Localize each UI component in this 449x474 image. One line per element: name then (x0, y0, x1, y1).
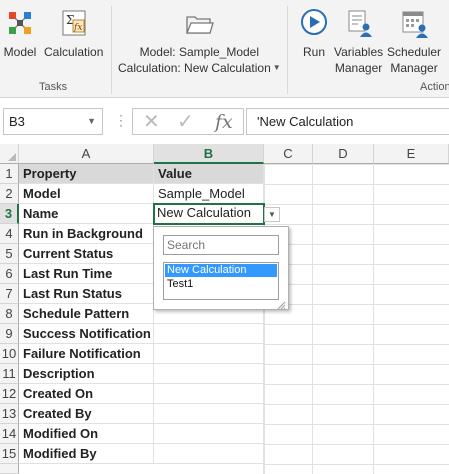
row-header[interactable]: 7 (0, 284, 19, 304)
cell-b1[interactable]: Value (154, 164, 264, 184)
column-header-a[interactable]: A (19, 144, 154, 164)
calculation-label: Calculation (44, 45, 104, 59)
row-header[interactable] (0, 464, 19, 474)
column-divider (373, 164, 374, 474)
cell-a2[interactable]: Model (19, 184, 154, 204)
calculation-button[interactable]: Σ fx Calculation (44, 6, 103, 60)
resize-grip-icon[interactable] (276, 297, 286, 310)
ribbon: Model Σ fx Calculation Tasks Model: Samp… (0, 0, 449, 98)
cell-a11[interactable]: Description (19, 364, 154, 384)
row-header[interactable]: 3 (0, 204, 19, 224)
name-box[interactable]: B3 ▼ (3, 108, 103, 135)
row-header[interactable]: 11 (0, 364, 19, 384)
variables-label-line1: Variables (334, 45, 384, 59)
ribbon-separator (111, 6, 112, 94)
cell-a4[interactable]: Run in Background (19, 224, 154, 244)
context-selector[interactable]: Model: Sample_Model Calculation: New Cal… (118, 6, 281, 76)
variables-label-line2: Manager (334, 61, 383, 75)
cell-a9[interactable]: Success Notification (19, 324, 154, 344)
name-dropdown-popup: New Calculation Test1 (153, 226, 289, 310)
run-icon (297, 6, 331, 40)
cell-a5[interactable]: Current Status (19, 244, 154, 264)
scheduler-manager-button[interactable]: Scheduler Manager (387, 6, 441, 76)
cell-a15[interactable]: Modified By (19, 444, 154, 464)
row-header[interactable]: 2 (0, 184, 19, 204)
cell-a1[interactable]: Property (19, 164, 154, 184)
row-header[interactable]: 6 (0, 264, 19, 284)
row-header[interactable]: 9 (0, 324, 19, 344)
cell-a8[interactable]: Schedule Pattern (19, 304, 154, 324)
insert-function-icon[interactable]: fx (215, 110, 233, 134)
column-header-e[interactable]: E (374, 144, 449, 164)
model-icon (3, 6, 37, 40)
empty-cells-cde (264, 164, 449, 474)
row-header[interactable]: 14 (0, 424, 19, 444)
row-header[interactable]: 5 (0, 244, 19, 264)
calculation-list[interactable]: New Calculation Test1 (163, 262, 279, 300)
cell-a7[interactable]: Last Run Status (19, 284, 154, 304)
column-divider (312, 164, 313, 474)
row-header[interactable]: 4 (0, 224, 19, 244)
row-header[interactable]: 12 (0, 384, 19, 404)
chevron-down-icon: ▼ (272, 63, 281, 72)
tasks-group-label: Tasks (39, 81, 68, 93)
svg-text:fx: fx (73, 23, 82, 33)
cell-a13[interactable]: Created By (19, 404, 154, 424)
column-header-b[interactable]: B (154, 144, 264, 164)
name-box-value: B3 (9, 114, 25, 129)
cancel-icon[interactable]: ✕ (143, 112, 160, 132)
model-label: Model (3, 45, 37, 59)
cell-a14[interactable]: Modified On (19, 424, 154, 444)
formula-bar-grip: ⋮ (114, 112, 128, 128)
cell-b3-active[interactable]: New Calculation (153, 203, 265, 225)
row-header[interactable]: 15 (0, 444, 19, 464)
row-header[interactable]: 13 (0, 404, 19, 424)
chevron-down-icon[interactable]: ▼ (264, 207, 280, 222)
context-model-label: Model: Sample_Model (139, 45, 260, 59)
cell-a10[interactable]: Failure Notification (19, 344, 154, 364)
scheduler-manager-icon (397, 6, 431, 40)
run-label: Run (302, 45, 325, 59)
cell-a12[interactable]: Created On (19, 384, 154, 404)
variables-manager-icon (342, 6, 376, 40)
cell-a3[interactable]: Name (19, 204, 154, 224)
row-header[interactable]: 1 (0, 164, 19, 184)
list-item[interactable]: New Calculation (165, 264, 277, 277)
ribbon-separator (287, 6, 288, 94)
checkmark-icon[interactable]: ✓ (177, 112, 194, 132)
cell-b2[interactable]: Sample_Model (154, 184, 264, 204)
formula-input[interactable]: 'New Calculation (246, 108, 449, 135)
actions-group-label: Action (420, 81, 449, 93)
context-calc-label: Calculation: New Calculation (118, 61, 271, 75)
run-button[interactable]: Run (297, 6, 331, 60)
row-header[interactable]: 8 (0, 304, 19, 324)
scheduler-label-line2: Manager (390, 61, 438, 75)
row-header[interactable]: 10 (0, 344, 19, 364)
cell-a6[interactable]: Last Run Time (19, 264, 154, 284)
search-input[interactable] (163, 235, 279, 255)
chevron-down-icon[interactable]: ▼ (87, 109, 96, 134)
scheduler-label-line1: Scheduler (387, 45, 442, 59)
select-all-corner[interactable] (0, 144, 19, 164)
column-header-c[interactable]: C (264, 144, 313, 164)
model-button[interactable]: Model (3, 6, 37, 60)
calculation-icon: Σ fx (57, 6, 91, 40)
formula-buttons: ✕ ✓ fx (132, 108, 244, 135)
variables-manager-button[interactable]: Variables Manager (334, 6, 383, 76)
formula-bar: B3 ▼ ⋮ ✕ ✓ fx 'New Calculation (0, 104, 449, 138)
list-item[interactable]: Test1 (165, 278, 277, 291)
folder-icon (182, 6, 216, 40)
column-header-d[interactable]: D (313, 144, 374, 164)
